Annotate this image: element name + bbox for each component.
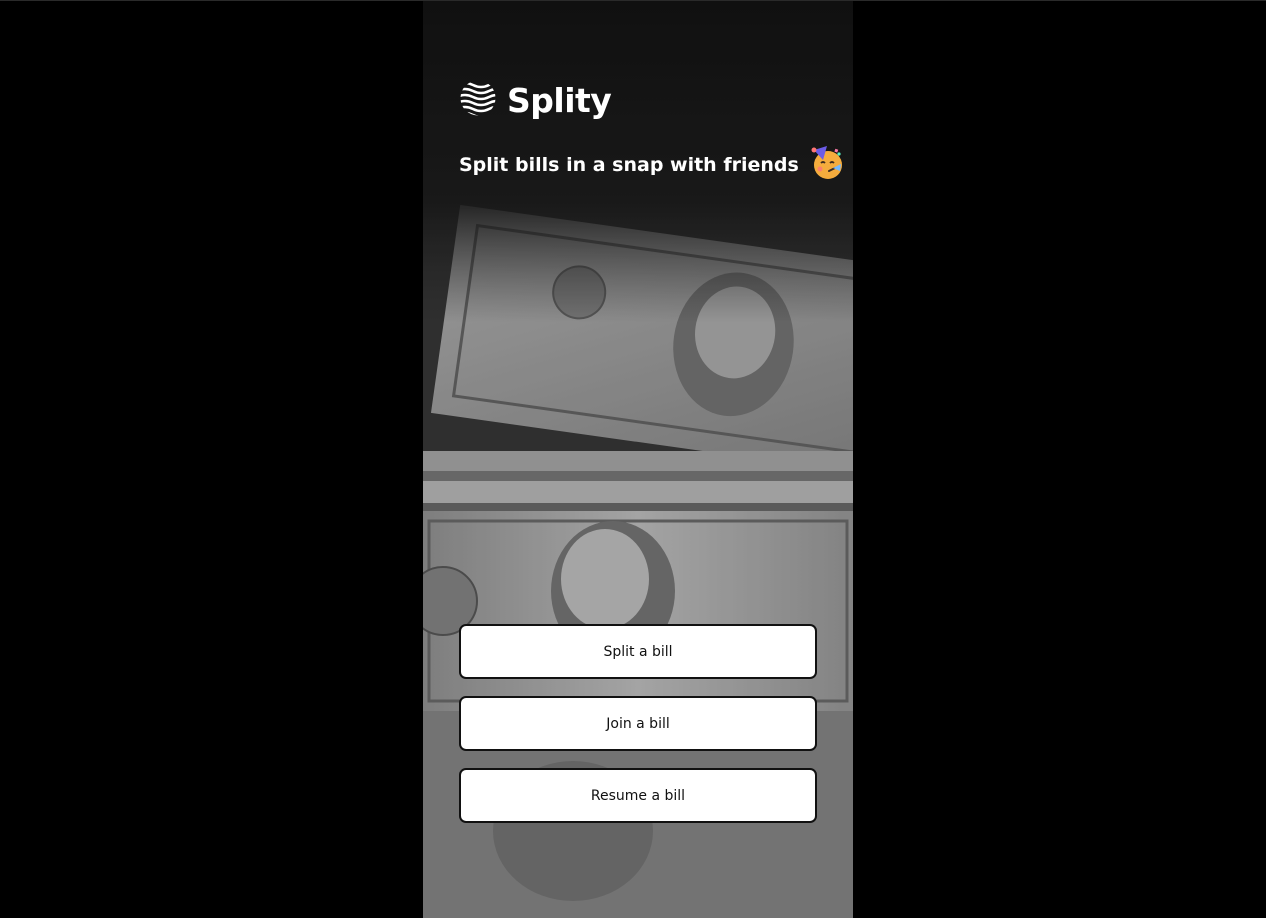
split-bill-button[interactable]: Split a bill [459, 624, 817, 679]
join-bill-button[interactable]: Join a bill [459, 696, 817, 751]
party-face-emoji-icon [809, 144, 845, 185]
tagline: Split bills in a snap with friends [459, 144, 845, 185]
resume-bill-button[interactable]: Resume a bill [459, 768, 817, 823]
tagline-text: Split bills in a snap with friends [459, 153, 799, 176]
brand-header: Splity [459, 79, 612, 122]
page-frame: Splity Split bills in a snap with friend… [0, 0, 1266, 918]
app-screen: Splity Split bills in a snap with friend… [423, 1, 853, 918]
hero-content: Splity Split bills in a snap with friend… [423, 1, 853, 918]
wave-lines-icon [459, 79, 497, 122]
action-buttons: Split a bill Join a bill Resume a bill [459, 624, 817, 823]
app-title: Splity [507, 80, 612, 120]
